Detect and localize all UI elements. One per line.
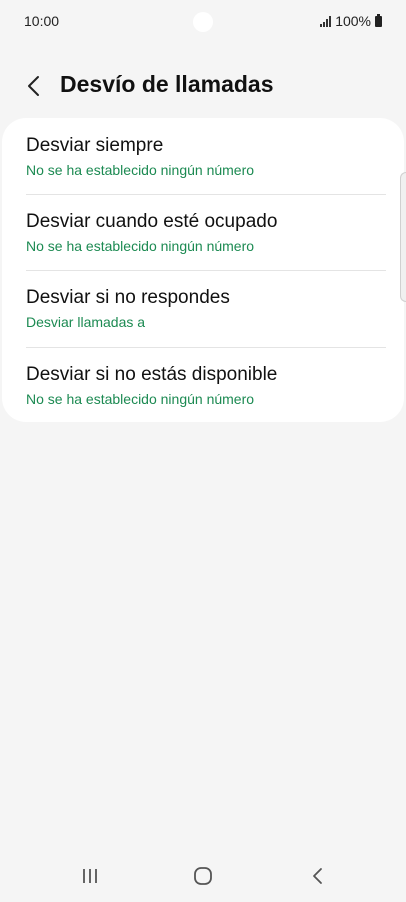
page-title: Desvío de llamadas bbox=[60, 71, 274, 97]
menu-item-subtitle: Desviar llamadas a bbox=[26, 314, 146, 330]
recent-apps-button[interactable] bbox=[70, 864, 110, 888]
menu-item-subtitle: No se ha establecido ningún número bbox=[26, 162, 255, 178]
recent-apps-icon bbox=[83, 869, 97, 883]
camera-cutout bbox=[193, 12, 213, 32]
scrollbar[interactable] bbox=[400, 172, 406, 302]
menu-item-title: Desviar si no estás disponible bbox=[26, 364, 278, 385]
menu-item-forward-unreachable[interactable]: Desviar si no estás disponible No se ha … bbox=[2, 348, 404, 424]
call-forwarding-list: Desviar siempre No se ha establecido nin… bbox=[2, 118, 404, 422]
battery-percent: 100% bbox=[335, 13, 371, 29]
home-icon bbox=[194, 867, 212, 885]
menu-item-subtitle: No se ha establecido ningún número bbox=[26, 238, 255, 254]
menu-item-forward-when-busy[interactable]: Desviar cuando esté ocupado No se ha est… bbox=[2, 195, 404, 271]
app-header: Desvío de llamadas bbox=[0, 62, 406, 110]
menu-item-title: Desviar si no respondes bbox=[26, 287, 230, 308]
battery-icon bbox=[375, 13, 382, 27]
chevron-left-icon bbox=[28, 76, 39, 96]
navigation-bar bbox=[0, 850, 406, 902]
signal-icon bbox=[320, 15, 332, 27]
menu-item-title: Desviar cuando esté ocupado bbox=[26, 211, 278, 232]
home-button[interactable] bbox=[183, 864, 223, 888]
status-indicators: 100% bbox=[320, 13, 382, 29]
menu-item-always-forward[interactable]: Desviar siempre No se ha establecido nin… bbox=[2, 118, 404, 194]
menu-item-title: Desviar siempre bbox=[26, 135, 164, 156]
menu-item-forward-no-answer[interactable]: Desviar si no respondes Desviar llamadas… bbox=[2, 271, 404, 347]
nav-back-button[interactable] bbox=[298, 864, 338, 888]
menu-item-subtitle: No se ha establecido ningún número bbox=[26, 391, 255, 407]
status-bar: 10:00 100% bbox=[0, 0, 406, 44]
status-time: 10:00 bbox=[24, 13, 60, 29]
back-icon bbox=[313, 868, 322, 884]
back-button[interactable] bbox=[18, 70, 50, 102]
